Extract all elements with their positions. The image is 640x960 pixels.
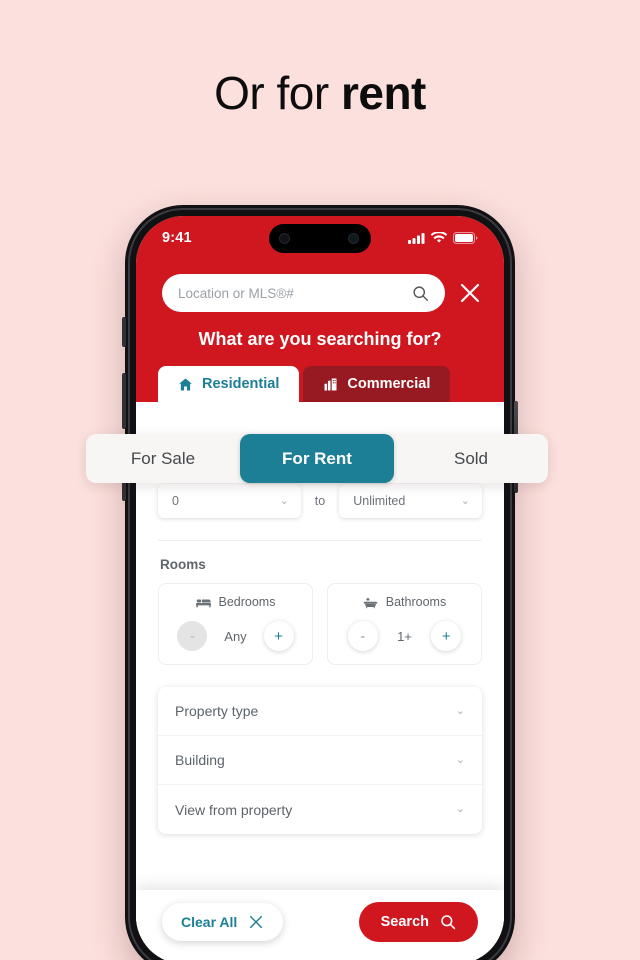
price-max-value: Unlimited: [353, 494, 406, 508]
close-icon[interactable]: [458, 281, 482, 305]
bathrooms-card: Bathrooms - 1+ +: [327, 583, 482, 665]
bathrooms-value: 1+: [397, 628, 412, 644]
status-bar-time: 9:41: [162, 230, 192, 246]
bed-icon: [195, 599, 211, 607]
accordion-item-view-from-property-label: View from property: [175, 801, 293, 818]
status-bar: 9:41: [136, 216, 504, 260]
price-range-row: 0 ⌄ to Unlimited ⌄: [158, 484, 482, 518]
bottom-action-bar: Clear All Search: [136, 890, 504, 960]
chevron-down-icon: ⌄: [279, 494, 289, 507]
chevron-down-icon: ⌄: [455, 753, 465, 766]
section-divider: [158, 540, 482, 541]
price-min-value: 0: [172, 494, 179, 508]
chevron-down-icon: ⌄: [455, 704, 465, 717]
search-submit-label: Search: [380, 914, 429, 930]
listing-status-segmented-control: For Sale For Rent Sold: [86, 434, 548, 483]
bathrooms-decrement-button[interactable]: -: [347, 621, 378, 651]
rooms-row: Bedrooms - Any + Bathrooms - 1+ +: [158, 583, 482, 665]
search-input[interactable]: [178, 285, 412, 301]
accordion-item-building-label: Building: [175, 752, 225, 768]
phone-screen: 9:41 Location or MLS®# What are you sear…: [136, 216, 504, 960]
bathrooms-title: Bathrooms: [328, 595, 481, 609]
search-filters-panel: Price Range 0 ⌄ to Unlimited ⌄ Rooms: [136, 402, 504, 960]
search-icon[interactable]: [412, 285, 429, 302]
tab-commercial-label: Commercial: [347, 376, 431, 392]
bedrooms-title: Bedrooms: [159, 595, 312, 609]
search-row: [136, 260, 504, 312]
search-header: What are you searching for? Residential: [136, 260, 504, 402]
bathtub-icon: [363, 597, 378, 608]
chevron-down-icon: ⌄: [460, 494, 470, 507]
price-range-separator: to: [314, 494, 326, 508]
search-submit-button[interactable]: Search: [358, 902, 478, 942]
search-box[interactable]: [162, 274, 445, 312]
phone-volume-down-button: [122, 373, 126, 429]
tab-residential[interactable]: Residential: [158, 366, 300, 402]
bedrooms-title-label: Bedrooms: [218, 595, 276, 609]
tab-residential-label: Residential: [202, 376, 280, 392]
bathrooms-stepper: - 1+ +: [328, 621, 481, 651]
dynamic-island: [269, 224, 371, 253]
filter-accordion: Property type ⌄ Building ⌄ View from pro…: [158, 687, 482, 834]
close-icon: [250, 915, 263, 929]
page-root: Or for rent 9:41 Location or MLS®# What …: [0, 0, 640, 960]
bathrooms-increment-button[interactable]: +: [431, 621, 462, 651]
clear-all-button[interactable]: Clear All: [162, 903, 284, 941]
cellular-signal-icon: [408, 233, 425, 244]
price-min-select[interactable]: 0 ⌄: [158, 484, 301, 518]
page-title: Or for rent: [0, 62, 640, 124]
status-bar-icons: [408, 232, 478, 244]
tab-commercial[interactable]: Commercial: [303, 366, 451, 402]
bedrooms-value: Any: [224, 628, 247, 644]
page-title-plain: Or for: [214, 67, 341, 119]
phone-silent-switch: [122, 317, 126, 347]
bedrooms-increment-button[interactable]: +: [263, 621, 294, 651]
category-tabs: Residential Commercial: [136, 366, 504, 402]
accordion-item-property-type[interactable]: Property type ⌄: [158, 687, 482, 736]
chevron-down-icon: ⌄: [455, 803, 465, 815]
rooms-label: Rooms: [160, 557, 206, 572]
price-max-select[interactable]: Unlimited ⌄: [339, 484, 482, 518]
battery-icon: [453, 232, 478, 244]
phone-mockup: 9:41 Location or MLS®# What are you sear…: [122, 205, 518, 960]
home-icon: [179, 378, 192, 390]
clear-all-label: Clear All: [181, 914, 238, 930]
accordion-item-building[interactable]: Building ⌄: [158, 736, 482, 785]
segment-for-sale[interactable]: For Sale: [86, 434, 240, 483]
accordion-item-property-type-label: Property type: [175, 703, 259, 719]
search-prompt: What are you searching for?: [198, 329, 442, 349]
search-icon: [441, 915, 456, 930]
bathrooms-title-label: Bathrooms: [385, 595, 447, 609]
segment-for-rent[interactable]: For Rent: [240, 434, 394, 483]
building-chart-icon: [324, 378, 337, 390]
bedrooms-stepper: - Any +: [159, 621, 312, 651]
bedrooms-decrement-button: -: [177, 621, 208, 651]
wifi-icon: [431, 232, 447, 243]
segment-sold[interactable]: Sold: [394, 434, 548, 483]
page-title-bold: rent: [340, 67, 426, 119]
accordion-item-view-from-property[interactable]: View from property ⌄: [158, 785, 482, 834]
bedrooms-card: Bedrooms - Any +: [158, 583, 313, 665]
